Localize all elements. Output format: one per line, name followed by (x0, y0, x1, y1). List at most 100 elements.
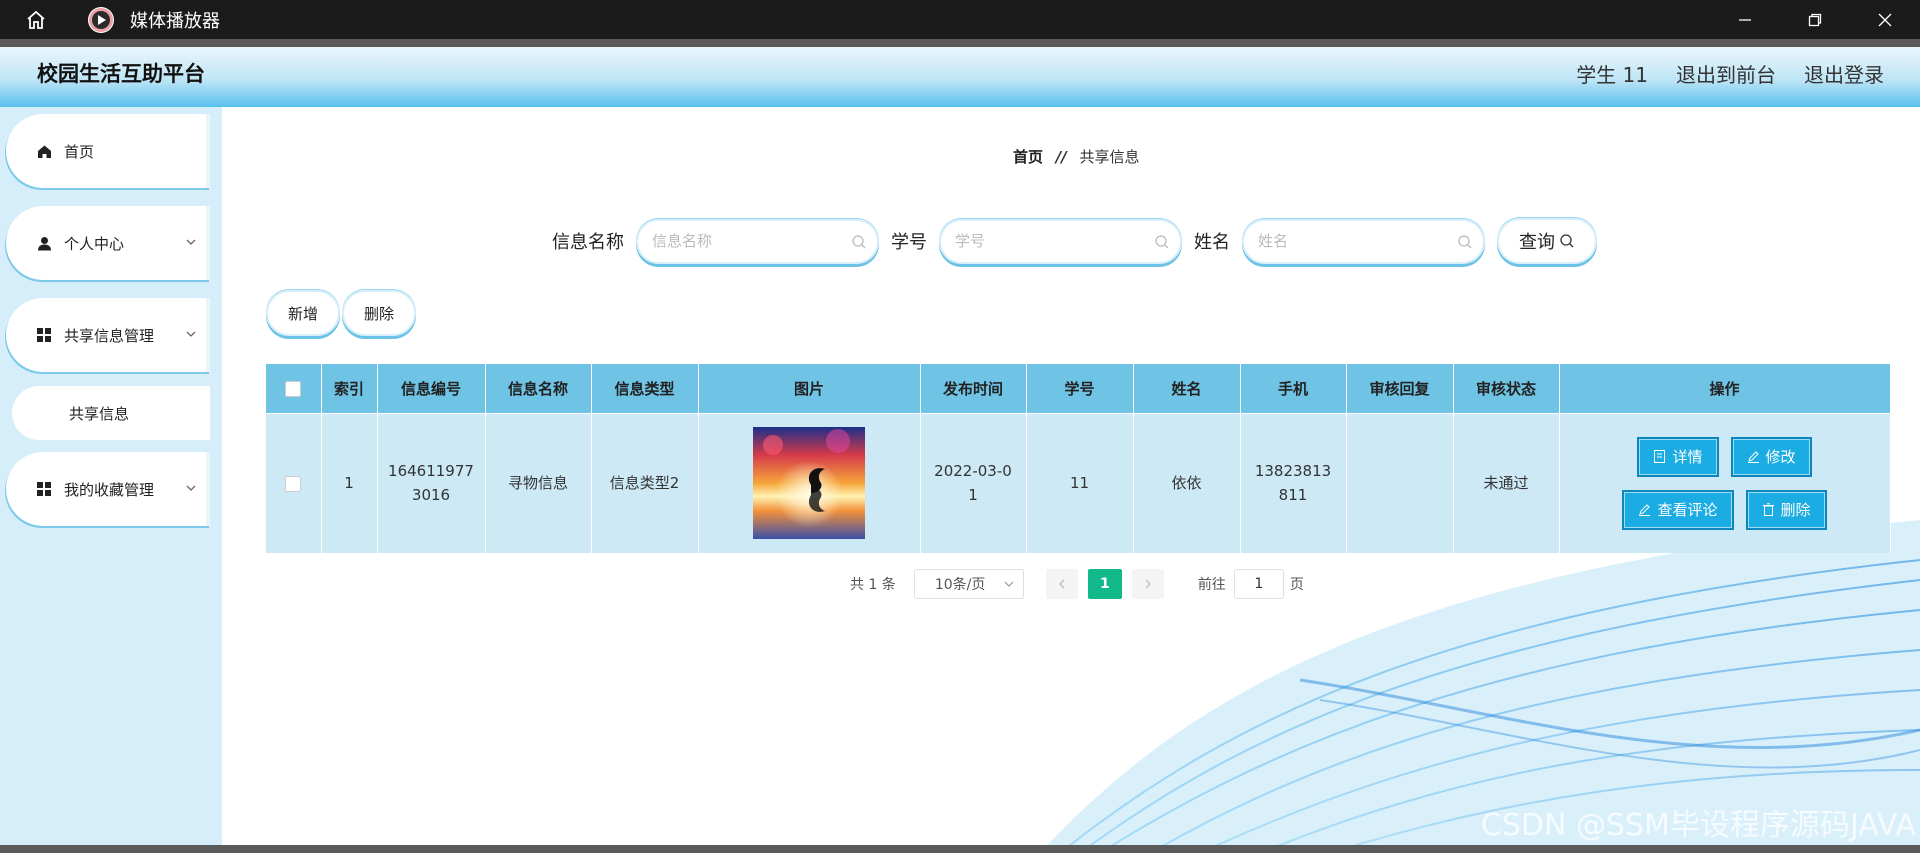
window-titlebar: 媒体播放器 (0, 0, 1920, 47)
document-icon (1654, 450, 1666, 464)
search-icon (852, 234, 866, 248)
search-icon (1155, 234, 1169, 248)
select-all-checkbox[interactable] (285, 380, 302, 397)
column-header: 索引 (321, 364, 378, 413)
column-header: 审核回复 (1346, 364, 1454, 413)
column-header: 姓名 (1133, 364, 1241, 413)
minimize-icon (1739, 18, 1751, 21)
play-icon (88, 6, 114, 33)
sidebar-item-share-management[interactable]: 共享信息管理 (6, 298, 210, 372)
bottom-bar (0, 845, 1920, 853)
restore-button[interactable] (1780, 0, 1850, 39)
date-cell: 2022-03-01 (920, 412, 1027, 553)
info-name-label: 信息名称 (552, 232, 624, 253)
person-name-input[interactable] (1258, 220, 1448, 262)
edit-button-label: 修改 (1765, 447, 1796, 466)
column-header: 操作 (1559, 364, 1891, 413)
back-to-front-link[interactable]: 退出到前台 (1676, 59, 1776, 88)
info-name-input[interactable] (652, 220, 842, 262)
share-info-table: 索引 信息编号 信息名称 信息类型 图片 发布时间 学号 姓名 手机 审核回复 … (266, 364, 1891, 553)
add-button[interactable]: 新增 (266, 290, 340, 336)
name-cell: 寻物信息 (485, 412, 592, 553)
next-page-button[interactable] (1131, 568, 1164, 599)
minimize-button[interactable] (1710, 0, 1780, 39)
column-header: 信息编号 (377, 364, 486, 413)
sidebar-item-home[interactable]: 首页 (6, 114, 210, 188)
column-header: 审核状态 (1453, 364, 1560, 413)
pagination: 共 1 条 10条/页 1 前往 1 页 (850, 568, 1304, 599)
delete-button[interactable]: 删除 (342, 290, 416, 336)
query-button[interactable]: 查询 (1497, 218, 1597, 264)
student-no-label: 学号 (891, 232, 927, 253)
edit-icon (1747, 451, 1759, 464)
select-all-cell (266, 364, 322, 413)
page-size-value: 10条/页 (934, 576, 986, 593)
home-icon (36, 143, 52, 159)
close-icon (1878, 13, 1892, 26)
phone-cell: 13823813811 (1240, 412, 1347, 553)
column-header: 信息类型 (591, 364, 699, 413)
window-title: 媒体播放器 (130, 10, 220, 32)
search-icon (1458, 234, 1472, 248)
info-image-thumbnail[interactable] (753, 427, 865, 540)
person-cell: 依依 (1133, 412, 1241, 553)
breadcrumb-home[interactable]: 首页 (1013, 148, 1043, 166)
edit-icon (1639, 504, 1651, 517)
goto-page-input[interactable]: 1 (1233, 568, 1284, 599)
restore-icon (1808, 13, 1822, 26)
column-header: 学号 (1026, 364, 1134, 413)
sidebar-subitem-label: 共享信息 (69, 404, 130, 423)
sidebar-item-label: 共享信息管理 (64, 326, 155, 345)
view-comments-button[interactable]: 查看评论 (1622, 489, 1734, 530)
table-row: 1 1646119773016 寻物信息 信息类型2 2022-03-01 11… (266, 412, 1891, 553)
sidebar-item-personal-center[interactable]: 个人中心 (6, 206, 210, 280)
student-no-cell: 11 (1026, 412, 1134, 553)
column-header: 手机 (1240, 364, 1347, 413)
column-header: 信息名称 (485, 364, 592, 413)
prev-page-button[interactable] (1045, 568, 1078, 599)
app-header: 校园生活互助平台 学生 11 退出到前台 退出登录 (0, 47, 1920, 107)
view-comments-button-label: 查看评论 (1657, 500, 1718, 519)
table-header-row: 索引 信息编号 信息名称 信息类型 图片 发布时间 学号 姓名 手机 审核回复 … (266, 364, 1891, 413)
edit-button[interactable]: 修改 (1730, 436, 1812, 477)
breadcrumb: 首页 // 共享信息 (1013, 146, 1140, 167)
sidebar-item-favorites-management[interactable]: 我的收藏管理 (6, 452, 210, 526)
person-name-field[interactable] (1242, 218, 1485, 264)
brand-title: 校园生活互助平台 (37, 62, 205, 86)
sidebar-item-label: 我的收藏管理 (64, 480, 155, 499)
breadcrumb-separator: // (1055, 148, 1067, 166)
goto-label: 前往 (1197, 576, 1226, 593)
student-no-field[interactable] (939, 218, 1182, 264)
search-icon (1560, 234, 1574, 248)
column-header: 图片 (698, 364, 921, 413)
logout-link[interactable]: 退出登录 (1804, 59, 1884, 88)
current-user: 学生 11 (1576, 63, 1648, 87)
page-size-select[interactable]: 10条/页 (913, 568, 1024, 599)
info-name-field[interactable] (636, 218, 879, 264)
sidebar: 首页 个人中心 共享信息管理 共享信息 我的收藏管理 (0, 107, 222, 853)
grid-icon (36, 481, 52, 497)
chevron-down-icon (1004, 581, 1014, 587)
titlebar-divider (0, 39, 1920, 47)
sidebar-item-label: 首页 (64, 142, 95, 161)
breadcrumb-current: 共享信息 (1079, 148, 1140, 166)
row-checkbox[interactable] (285, 475, 302, 492)
close-button[interactable] (1850, 0, 1920, 39)
operations-cell: 详情 修改 查看评论 删除 (1559, 412, 1891, 553)
image-cell (698, 412, 921, 553)
sidebar-subitem-share-info[interactable]: 共享信息 (12, 386, 210, 440)
row-delete-button[interactable]: 删除 (1745, 489, 1827, 530)
total-count: 共 1 条 (850, 576, 896, 593)
chevron-down-icon (186, 331, 196, 337)
query-button-label: 查询 (1519, 232, 1555, 253)
page-number-current[interactable]: 1 (1087, 568, 1122, 599)
watermark: CSDN @SSM毕设程序源码JAVA (1480, 808, 1916, 843)
detail-button-label: 详情 (1672, 447, 1703, 466)
student-no-input[interactable] (955, 220, 1145, 262)
chevron-left-icon (1058, 579, 1065, 588)
home-icon[interactable] (18, 2, 54, 38)
sidebar-item-label: 个人中心 (64, 234, 125, 253)
code-cell: 1646119773016 (377, 412, 486, 553)
action-toolbar: 新增 删除 (266, 290, 416, 336)
detail-button[interactable]: 详情 (1637, 436, 1719, 477)
